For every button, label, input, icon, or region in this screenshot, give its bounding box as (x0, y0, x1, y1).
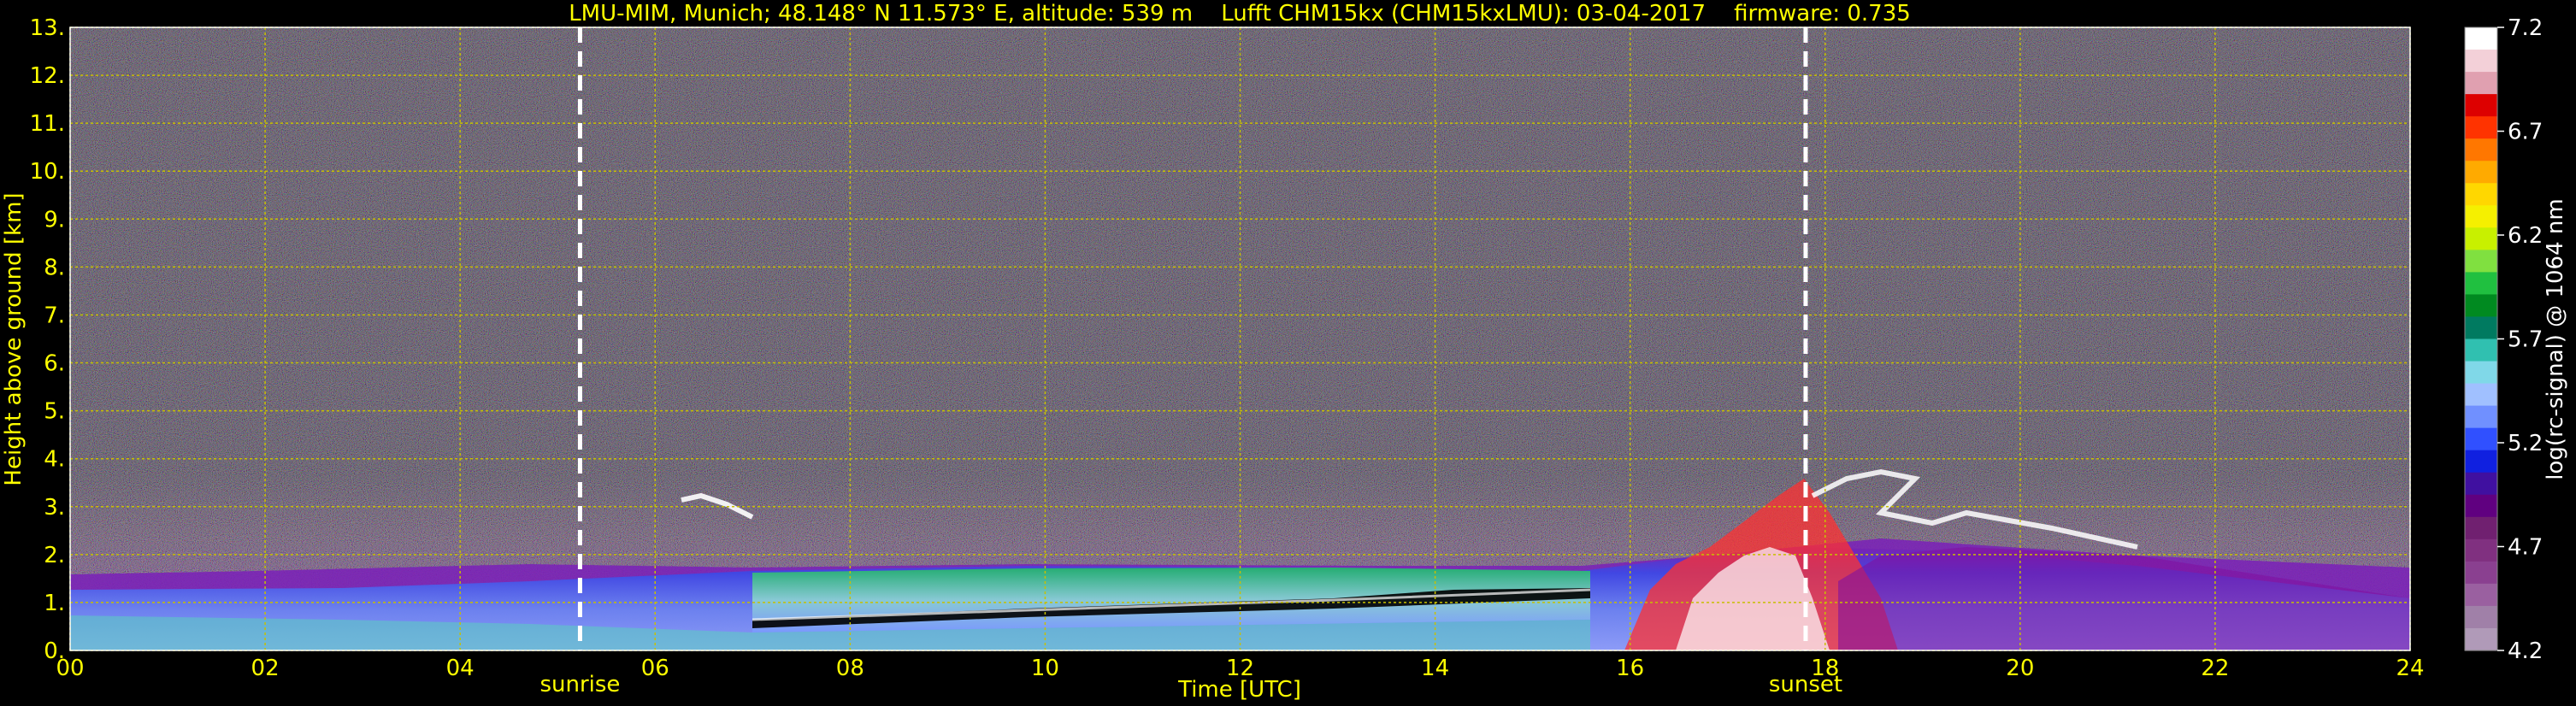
colorbar-segment (2465, 361, 2497, 385)
colorbar-tick-label: 6.2 (2508, 223, 2543, 249)
colorbar-segment (2465, 450, 2497, 474)
y-tick-label: 11. (30, 111, 65, 137)
y-tick-label: 3. (44, 495, 65, 521)
colorbar-tick-label: 4.7 (2508, 535, 2543, 561)
colorbar-tick-label: 7.2 (2508, 15, 2543, 41)
colorbar-segment (2465, 50, 2497, 73)
x-tick-label: 14 (1421, 656, 1449, 681)
x-tick-label: 10 (1031, 656, 1059, 681)
colorbar-segment (2465, 338, 2497, 362)
colorbar-segment (2465, 516, 2497, 540)
y-tick-label: 1. (44, 591, 65, 616)
event-label-sunrise: sunrise (539, 672, 620, 697)
colorbar-segment (2465, 627, 2497, 651)
y-tick-label: 9. (44, 207, 65, 232)
colorbar-segment (2465, 138, 2497, 162)
x-tick-label: 02 (251, 656, 280, 681)
x-tick-label: 16 (1616, 656, 1644, 681)
y-tick-labels: 0. 1. 2. 3. 4. 5. 6. 7. 8. 9. 10. 11. 12. 13. (30, 15, 65, 664)
colorbar-segment (2465, 472, 2497, 496)
x-tick-label: 22 (2201, 656, 2229, 681)
y-tick-label: 2. (44, 543, 65, 568)
y-tick-label: 8. (44, 255, 65, 280)
colorbar-tick-label: 4.2 (2508, 638, 2543, 664)
x-tick-label: 20 (2006, 656, 2034, 681)
y-tick-label: 6. (44, 351, 65, 377)
y-tick-label: 0. (44, 638, 65, 664)
colorbar-segment (2465, 383, 2497, 407)
colorbar-tick-label: 5.7 (2508, 327, 2543, 353)
colorbar-segment (2465, 205, 2497, 228)
colorbar-segment (2465, 494, 2497, 518)
x-tick-label: 18 (1811, 656, 1839, 681)
colorbar-tick-label: 6.7 (2508, 120, 2543, 145)
colorbar-segment (2465, 538, 2497, 562)
colorbar-segment (2465, 272, 2497, 296)
colorbar-label: log(rc-signal) @ 1064 nm (2543, 198, 2568, 479)
colorbar-segment (2465, 316, 2497, 340)
x-tick-label: 24 (2396, 656, 2424, 681)
y-axis-label: Height above ground [km] (1, 192, 27, 485)
colorbar-segment (2465, 561, 2497, 585)
colorbar-tick-labels: 7.2 6.7 6.2 5.7 5.2 4.7 4.2 (2497, 15, 2543, 664)
lidar-chart: sunrise sunset 00 02 04 06 08 10 12 14 16 18 20 22 24… (1, 1, 2568, 703)
colorbar-segment (2465, 116, 2497, 139)
y-tick-label: 12. (30, 63, 65, 89)
x-tick-label: 08 (836, 656, 864, 681)
y-tick-label: 10. (30, 159, 65, 185)
colorbar-segment (2465, 72, 2497, 95)
y-tick-label: 7. (44, 303, 65, 328)
chart-title: LMU-MIM, Munich; 48.148° N 11.573° E, al… (569, 1, 1911, 26)
x-axis-label: Time [UTC] (1177, 677, 1301, 703)
y-tick-label: 5. (44, 399, 65, 425)
colorbar-segment (2465, 183, 2497, 206)
colorbar-segment (2465, 94, 2497, 117)
x-tick-label: 04 (446, 656, 475, 681)
colorbar-segment (2465, 161, 2497, 184)
colorbar-segment (2465, 427, 2497, 451)
x-tick-label: 06 (641, 656, 669, 681)
y-tick-label: 4. (44, 447, 65, 473)
colorbar-segment (2465, 583, 2497, 607)
colorbar-segment (2465, 27, 2497, 50)
colorbar-segment (2465, 294, 2497, 318)
y-tick-label: 13. (30, 15, 65, 41)
colorbar (2464, 26, 2498, 651)
colorbar-tick-label: 5.2 (2508, 431, 2543, 456)
colorbar-segment (2465, 250, 2497, 273)
colorbar-segment (2465, 605, 2497, 629)
colorbar-segment (2465, 405, 2497, 429)
colorbar-segment (2465, 227, 2497, 250)
